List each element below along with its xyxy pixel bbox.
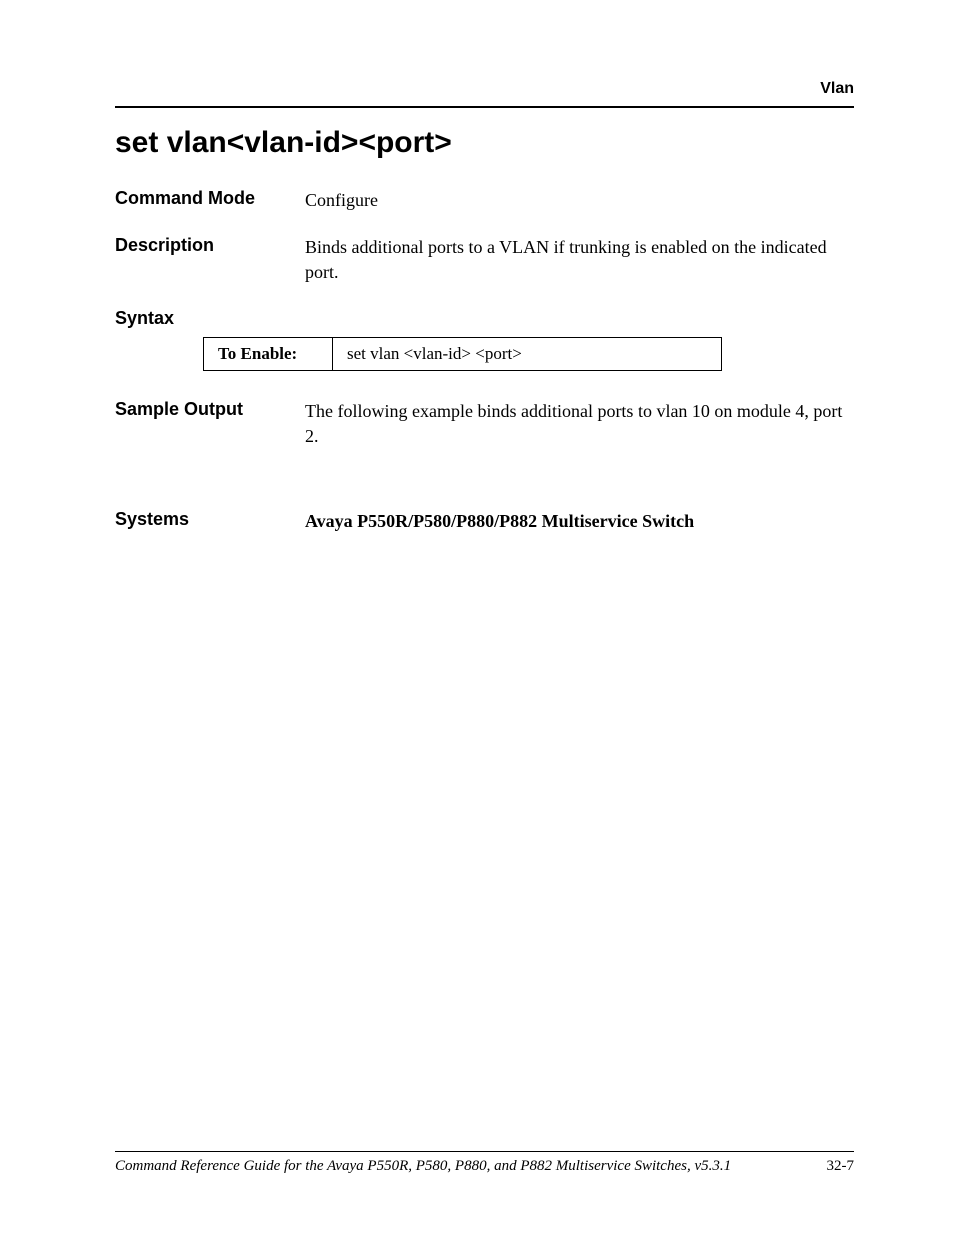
footer-rule — [115, 1151, 854, 1152]
label-command-mode: Command Mode — [115, 188, 305, 209]
label-description: Description — [115, 235, 305, 256]
table-row: To Enable: set vlan <vlan-id> <port> — [204, 337, 722, 370]
row-systems: Systems Avaya P550R/P580/P880/P882 Multi… — [115, 509, 854, 534]
syntax-row-value: set vlan <vlan-id> <port> — [333, 337, 722, 370]
value-command-mode: Configure — [305, 188, 854, 213]
label-syntax: Syntax — [115, 308, 305, 329]
syntax-row-label: To Enable: — [204, 337, 333, 370]
value-sample-output: The following example binds additional p… — [305, 399, 854, 449]
row-command-mode: Command Mode Configure — [115, 188, 854, 213]
running-head: Vlan — [115, 80, 854, 98]
footer-page-number: 32-7 — [827, 1158, 855, 1175]
page-footer: Command Reference Guide for the Avaya P5… — [115, 1151, 854, 1175]
value-systems: Avaya P550R/P580/P880/P882 Multiservice … — [305, 509, 854, 534]
row-description: Description Binds additional ports to a … — [115, 235, 854, 285]
row-syntax: Syntax — [115, 308, 854, 329]
label-sample-output: Sample Output — [115, 399, 305, 420]
page-title: set vlan<vlan-id><port> — [115, 126, 854, 160]
footer-line: Command Reference Guide for the Avaya P5… — [115, 1158, 854, 1175]
page: Vlan set vlan<vlan-id><port> Command Mod… — [0, 0, 954, 1235]
footer-text: Command Reference Guide for the Avaya P5… — [115, 1158, 731, 1175]
value-description: Binds additional ports to a VLAN if trun… — [305, 235, 854, 285]
header-rule — [115, 106, 854, 108]
row-sample-output: Sample Output The following example bind… — [115, 399, 854, 449]
label-systems: Systems — [115, 509, 305, 530]
syntax-table: To Enable: set vlan <vlan-id> <port> — [203, 337, 722, 371]
